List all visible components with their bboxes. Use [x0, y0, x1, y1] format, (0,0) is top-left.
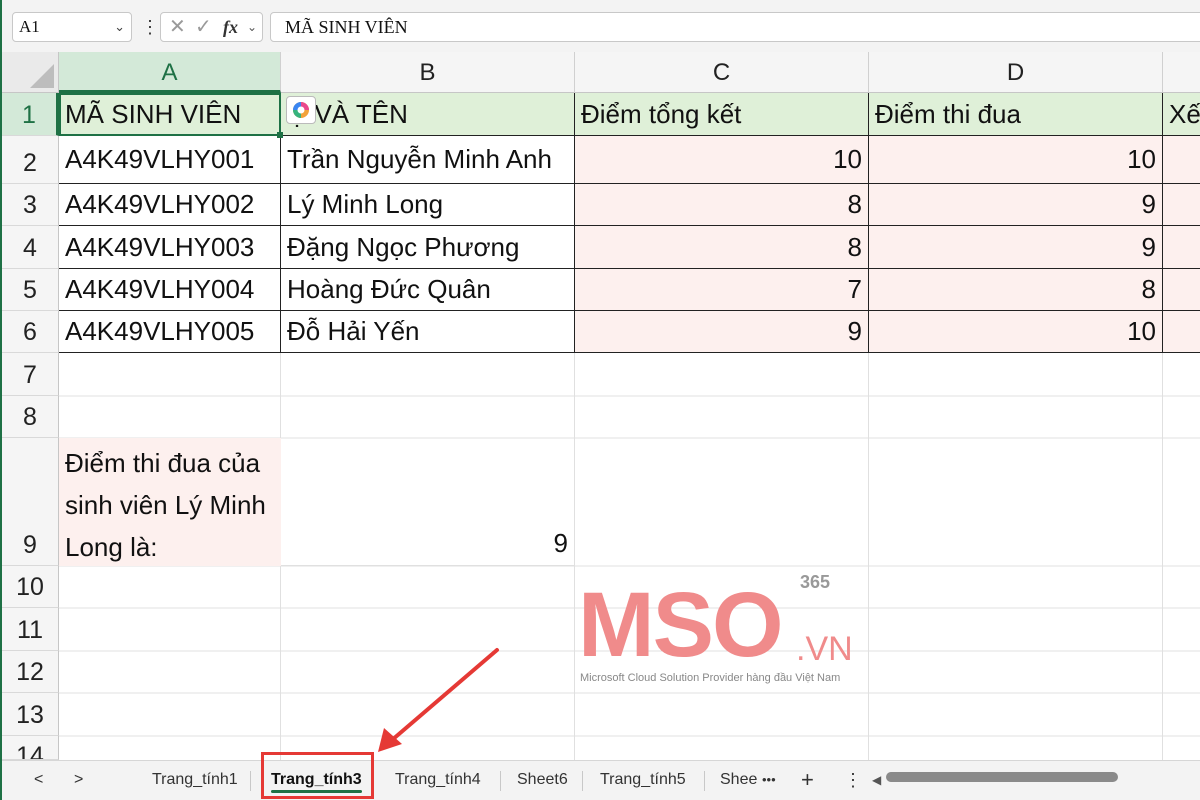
cell-c1[interactable]: Điểm tổng kết [575, 93, 869, 136]
cell-d5[interactable]: 8 [869, 269, 1163, 311]
row-header-2[interactable]: 2 [2, 136, 59, 184]
cell-a9-lookup-label[interactable]: Điểm thi đua của sinh viên Lý Minh Long … [59, 438, 281, 566]
row-header-3[interactable]: 3 [2, 184, 59, 226]
row-header-9[interactable]: 9 [2, 438, 59, 566]
more-options-icon[interactable]: ⋮ [141, 12, 159, 42]
chevron-down-icon[interactable]: ⌄ [114, 13, 125, 41]
row-header-14[interactable]: 14 [2, 736, 59, 760]
cell-b3[interactable]: Lý Minh Long [281, 184, 575, 226]
confirm-icon[interactable]: ✓ [195, 13, 212, 41]
cell-c3[interactable]: 8 [575, 184, 869, 226]
row-header-13[interactable]: 13 [2, 693, 59, 736]
cell-b2[interactable]: Trần Nguyễn Minh Anh [281, 136, 575, 184]
watermark-brand: MSO [578, 574, 784, 676]
scroll-left-icon[interactable]: ◀ [872, 761, 881, 799]
cell-d3[interactable]: 9 [869, 184, 1163, 226]
insert-function-icon[interactable]: fx [223, 13, 238, 41]
sheet-tab-trang-tinh3[interactable]: Trang_tính3 [267, 761, 366, 799]
copilot-icon[interactable] [286, 96, 316, 124]
watermark-logo: MSO 365 .VN Microsoft Cloud Solution Pro… [578, 572, 868, 692]
cell-a1[interactable]: MÃ SINH VIÊN [59, 93, 281, 136]
row-header-10[interactable]: 10 [2, 566, 59, 608]
name-box[interactable]: A1 ⌄ [12, 12, 132, 42]
chevron-down-icon[interactable]: ⌄ [247, 13, 257, 41]
row-header-4[interactable]: 4 [2, 226, 59, 269]
cell-e3[interactable] [1163, 184, 1200, 226]
select-all-corner[interactable] [2, 52, 59, 93]
cell-e5[interactable] [1163, 269, 1200, 311]
cell-b9-lookup-value[interactable]: 9 [281, 438, 575, 566]
formula-controls: ✕ ✓ fx ⌄ [160, 12, 263, 42]
cell-a3[interactable]: A4K49VLHY002 [59, 184, 281, 226]
cell-b6[interactable]: Đỗ Hải Yến [281, 311, 575, 353]
column-header-d[interactable]: D [869, 52, 1163, 93]
watermark-tagline: Microsoft Cloud Solution Provider hàng đ… [580, 672, 841, 684]
next-sheet-icon[interactable]: > [74, 761, 83, 799]
cell-c2[interactable]: 10 [575, 136, 869, 184]
sheet-tab-trang-tinh5[interactable]: Trang_tính5 [596, 761, 690, 799]
sheet-tab-trang-tinh4[interactable]: Trang_tính4 [391, 761, 485, 799]
more-sheets-icon[interactable]: ••• [762, 761, 776, 799]
cell-b4[interactable]: Đặng Ngọc Phương [281, 226, 575, 269]
cell-d4[interactable]: 9 [869, 226, 1163, 269]
row-header-6[interactable]: 6 [2, 311, 59, 353]
sheet-options-icon[interactable]: ⋮ [844, 761, 862, 799]
row-header-5[interactable]: 5 [2, 269, 59, 311]
cell-c4[interactable]: 8 [575, 226, 869, 269]
watermark-domain: .VN [796, 630, 853, 668]
row-header-11[interactable]: 11 [2, 608, 59, 651]
name-box-value: A1 [19, 17, 40, 36]
cell-b1[interactable]: Ọ VÀ TÊN [281, 93, 575, 136]
horizontal-scrollbar[interactable] [886, 772, 1118, 782]
sheet-tab-trang-tinh1[interactable]: Trang_tính1 [148, 761, 242, 799]
cell-d6[interactable]: 10 [869, 311, 1163, 353]
add-sheet-icon[interactable]: + [801, 761, 814, 799]
cell-a4[interactable]: A4K49VLHY003 [59, 226, 281, 269]
row-header-7[interactable]: 7 [2, 353, 59, 396]
row-header-1[interactable]: 1 [2, 93, 59, 136]
fill-handle[interactable] [277, 132, 283, 138]
watermark-365: 365 [800, 572, 831, 592]
sheet-tab-sheet6[interactable]: Sheet6 [513, 761, 572, 799]
column-header-e[interactable] [1163, 52, 1200, 93]
cell-e4[interactable] [1163, 226, 1200, 269]
row-header-12[interactable]: 12 [2, 651, 59, 693]
cell-a5[interactable]: A4K49VLHY004 [59, 269, 281, 311]
formula-bar: A1 ⌄ ⋮ ✕ ✓ fx ⌄ MÃ SINH VIÊN [0, 0, 1200, 52]
cell-d1[interactable]: Điểm thi đua [869, 93, 1163, 136]
column-header-c[interactable]: C [575, 52, 869, 93]
cell-c6[interactable]: 9 [575, 311, 869, 353]
cell-b5[interactable]: Hoàng Đức Quân [281, 269, 575, 311]
cell-e1[interactable]: Xế [1163, 93, 1200, 136]
cell-e6[interactable] [1163, 311, 1200, 353]
formula-input[interactable]: MÃ SINH VIÊN [270, 12, 1200, 42]
cell-d2[interactable]: 10 [869, 136, 1163, 184]
app-window-edge [0, 0, 2, 800]
cancel-icon[interactable]: ✕ [169, 13, 186, 41]
sheet-tab-label: Trang_tính3 [271, 771, 362, 788]
cell-a2[interactable]: A4K49VLHY001 [59, 136, 281, 184]
cell-a6[interactable]: A4K49VLHY005 [59, 311, 281, 353]
row-header-8[interactable]: 8 [2, 396, 59, 438]
column-header-a[interactable]: A [59, 52, 281, 93]
sheet-tab-shee[interactable]: Shee [716, 761, 766, 799]
prev-sheet-icon[interactable]: < [34, 761, 43, 799]
column-header-b[interactable]: B [281, 52, 575, 93]
cell-c5[interactable]: 7 [575, 269, 869, 311]
cell-e2[interactable] [1163, 136, 1200, 184]
